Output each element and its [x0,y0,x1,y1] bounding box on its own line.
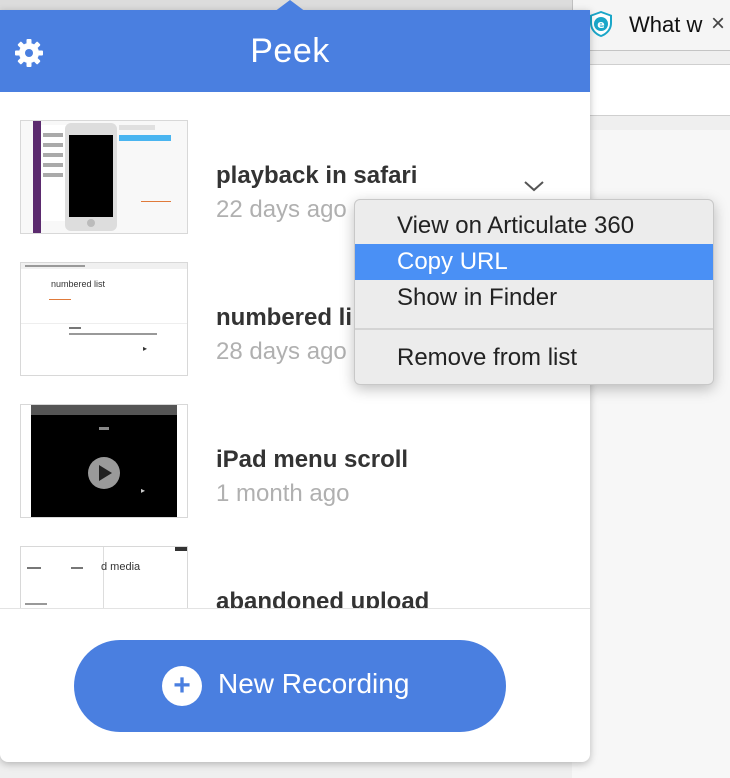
thumbnail-heading: numbered list [51,279,106,289]
menu-item-remove-from-list[interactable]: Remove from list [355,340,713,376]
svg-text:e: e [597,18,604,31]
chevron-down-icon[interactable] [522,178,546,194]
browser-url-bar[interactable] [572,64,730,116]
thumbnail-screenshot: ▸ [21,405,187,517]
new-recording-label: New Recording [218,668,410,699]
recording-thumbnail: ▸ numbered list [20,262,188,376]
footer-divider [0,608,590,609]
recording-date: 1 month ago [216,480,350,507]
recording-name: abandoned upload [216,588,430,608]
svg-text:▸: ▸ [143,344,147,353]
recording-name: numbered li [216,304,353,331]
recording-name: iPad menu scroll [216,446,409,473]
close-icon[interactable]: × [711,10,725,38]
menu-separator [355,328,713,330]
context-menu: View on Articulate 360 Copy URL Show in … [354,199,714,385]
header: Peek [0,10,590,92]
list-item[interactable]: d media abandoned upload [0,518,590,608]
peek-popover: Peek playback in safari 22 days ago ▸ nu… [0,10,590,762]
list-item[interactable]: ▸ iPad menu scroll 1 month ago [0,376,590,518]
browser-tab[interactable]: e What w × [572,0,730,50]
svg-text:▸: ▸ [141,486,145,495]
app-title: Peek [250,32,330,70]
thumbnail-screenshot [21,547,187,608]
plus-icon: + [162,666,202,706]
menu-item-view-on-articulate[interactable]: View on Articulate 360 [355,208,713,244]
shield-e-icon: e [590,11,612,37]
recording-date: 22 days ago [216,196,347,223]
popover-caret [274,0,306,12]
menu-item-copy-url[interactable]: Copy URL [355,244,713,280]
menu-item-show-in-finder[interactable]: Show in Finder [355,280,713,316]
recording-name: playback in safari [216,162,418,189]
recording-thumbnail: ▸ [20,404,188,518]
recording-date: 28 days ago [216,338,347,365]
new-recording-button[interactable]: + New Recording [74,640,506,732]
browser-tab-title: What w [629,12,703,37]
recording-thumbnail [20,120,188,234]
recording-thumbnail: d media [20,546,188,608]
thumbnail-screenshot [21,121,187,233]
thumbnail-heading: d media [101,561,141,573]
